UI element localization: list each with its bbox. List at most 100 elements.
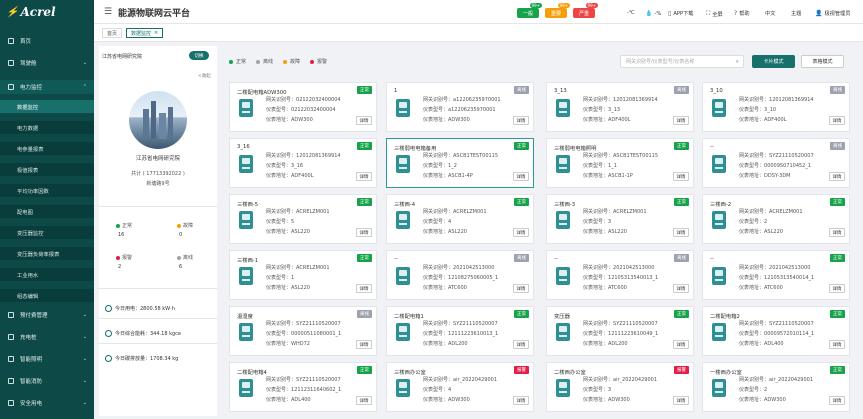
device-card[interactable]: -- 离线 网关识别号：SYZ21110520007 仪表型号：00009S07104… — [702, 138, 850, 188]
sidebar-item-4[interactable]: 充电桩 ⌄ — [0, 330, 94, 344]
sidebar-item-5[interactable]: 智能照明 ⌄ — [0, 352, 94, 366]
device-card[interactable]: 二楼配电箱4 正常 网关识别号：SYZ21110520007 仪表型号：1211231… — [229, 362, 377, 412]
device-card[interactable]: 三楼西-1 正常 网关识别号：ACRELZM001 仪表型号：1 仪表地址：ASL220… — [229, 250, 377, 300]
sidebar-subitem-7[interactable]: 变压器负荷率报表 — [0, 247, 94, 260]
field-value: 00000511080001_1 — [291, 331, 342, 337]
detail-button[interactable]: 详情 — [356, 284, 372, 293]
sidebar-item-label: 驾驶舱 — [20, 61, 37, 67]
switch-project-button[interactable]: 切换 — [189, 51, 209, 60]
menu-toggle-icon[interactable]: ☰ — [104, 7, 112, 17]
detail-button[interactable]: 详情 — [356, 396, 372, 405]
detail-button[interactable]: 详情 — [673, 340, 689, 349]
search-input[interactable]: 网关识别号/仪表型号/仪表名称 ⌕ — [620, 55, 744, 68]
detail-button[interactable]: 详情 — [829, 340, 845, 349]
detail-button[interactable]: 详情 — [513, 172, 529, 181]
detail-button[interactable]: 详情 — [356, 116, 372, 125]
device-card[interactable]: 三楼西办公室 报警 网关识别号：air_20220429001 仪表型号：4 仪表地址：… — [386, 362, 534, 412]
account-menu[interactable]: 👤 极视管理员 — [815, 10, 850, 17]
device-card[interactable]: -- 正常 网关识别号：2021042513000 仪表型号：121053135400… — [702, 250, 850, 300]
sidebar-item-7[interactable]: 安全用电 ⌄ — [0, 396, 94, 410]
device-card[interactable]: -- 离线 网关识别号：2021042513000 仪表型号：121053135400… — [546, 250, 694, 300]
collapse-button[interactable]: <收起 — [198, 73, 211, 79]
sidebar-item-3[interactable]: 预付费管理 ⌄ — [0, 308, 94, 322]
detail-button[interactable]: 详情 — [513, 116, 529, 125]
search-icon[interactable]: ⌕ — [736, 58, 739, 66]
device-card[interactable]: 一楼西办公室 正常 网关识别号：air_20220429001 仪表型号：2 仪表地址：… — [702, 362, 850, 412]
sidebar-subitem-1[interactable]: 电力数据 — [0, 121, 94, 134]
fullscreen-button[interactable]: ⛶ 全屏 — [706, 10, 723, 18]
device-card[interactable]: 三楼弱电电箱照明 正常 网关识别号：ASCB1TEST00115 仪表型号：1_1 仪表… — [546, 138, 694, 188]
detail-button[interactable]: 详情 — [356, 172, 372, 181]
detail-button[interactable]: 详情 — [673, 116, 689, 125]
sidebar-subitem-2[interactable]: 电参量报表 — [0, 142, 94, 155]
device-card[interactable]: 二楼西办公室 报警 网关识别号：air_20220429001 仪表型号：3 仪表地址：… — [546, 362, 694, 412]
sidebar-item-0[interactable]: 首页 — [0, 34, 94, 48]
detail-button[interactable]: 详情 — [673, 228, 689, 237]
detail-button[interactable]: 详情 — [829, 396, 845, 405]
device-card[interactable]: 3_16 正常 网关识别号：12012081369914 仪表型号：3_16 仪表地址：… — [229, 138, 377, 188]
field-value: a12206235970001 — [448, 107, 496, 113]
device-card[interactable]: 温湿度 离线 网关识别号：SYZ21110520007 仪表型号：0000051108… — [229, 306, 377, 356]
sidebar-subitem-6[interactable]: 变压器监控 — [0, 226, 94, 239]
device-card[interactable]: 二楼配电箱2 正常 网关识别号：SYZ21110520007 仪表型号：0000957… — [702, 306, 850, 356]
detail-button[interactable]: 详情 — [673, 172, 689, 181]
device-card[interactable]: 二楼配电箱1 正常 网关识别号：SYZ21110520007 仪表型号：1211122… — [386, 306, 534, 356]
alarm-pill-2[interactable]: 严重 99+ — [573, 3, 598, 18]
device-card[interactable]: 三楼西-4 正常 网关识别号：ACRELZM001 仪表型号：4 仪表地址：ASL220… — [386, 194, 534, 244]
sidebar-item-1[interactable]: 驾驶舱 ⌄ — [0, 56, 94, 70]
sidebar-item-label: 电力监控 — [20, 85, 43, 91]
device-card[interactable]: 三楼西-5 正常 网关识别号：ACRELZM001 仪表型号：5 仪表地址：ASL220… — [229, 194, 377, 244]
field-label: 网关识别号： — [583, 377, 614, 383]
detail-button[interactable]: 详情 — [513, 340, 529, 349]
detail-button[interactable]: 详情 — [356, 228, 372, 237]
device-card[interactable]: 三楼西-2 正常 网关识别号：ACRELZM001 仪表型号：2 仪表地址：ASL220… — [702, 194, 850, 244]
alarm-pill-0[interactable]: 一般 99+ — [517, 3, 542, 18]
theme-switch[interactable]: 主题 — [791, 10, 801, 17]
tab-home[interactable]: 首页 — [102, 28, 123, 38]
device-card[interactable]: -- 离线 网关识别号：2021042513000 仪表型号：121082750600… — [386, 250, 534, 300]
alarm-pill-1[interactable]: 重要 99+ — [545, 3, 570, 18]
field-label: 仪表地址： — [739, 397, 765, 403]
sidebar-subitem-4[interactable]: 平均功率因数 — [0, 184, 94, 197]
detail-button[interactable]: 详情 — [829, 172, 845, 181]
field-label: 网关识别号： — [266, 377, 297, 383]
device-card[interactable]: 3_13 离线 网关识别号：12012081369914 仪表型号：3_13 仪表地址：… — [546, 82, 694, 132]
sidebar-subitem-9[interactable]: 组态编辑 — [0, 289, 94, 302]
sidebar-subitem-3[interactable]: 极值报表 — [0, 163, 94, 176]
field-label: 仪表型号： — [583, 387, 609, 393]
detail-button[interactable]: 详情 — [829, 116, 845, 125]
detail-button[interactable]: 详情 — [513, 284, 529, 293]
device-address: 仪表地址：DDSY-3DM — [739, 172, 791, 179]
language-switch[interactable]: 中文 — [765, 10, 775, 17]
help-button[interactable]: ? 帮助 — [734, 10, 750, 17]
clock-icon — [105, 329, 112, 337]
detail-button[interactable]: 详情 — [513, 396, 529, 405]
sidebar-item-2[interactable]: 电力监控 ⌃ — [0, 80, 94, 94]
detail-button[interactable]: 详情 — [356, 340, 372, 349]
device-card[interactable]: 1 离线 网关识别号：a12206235970001 仪表型号：a1220623597… — [386, 82, 534, 132]
detail-button[interactable]: 详情 — [829, 284, 845, 293]
detail-button[interactable]: 详情 — [513, 228, 529, 237]
project-selector[interactable]: 江苏省电网研究院 — [102, 53, 142, 60]
close-icon[interactable]: × — [154, 30, 158, 36]
detail-button[interactable]: 详情 — [673, 284, 689, 293]
field-label: 网关识别号： — [266, 209, 297, 215]
device-card[interactable]: 变压器 正常 网关识别号：SYZ21110520007 仪表型号：1211122361… — [546, 306, 694, 356]
device-card[interactable]: 三楼弱电电箱备用 正常 网关识别号：ASCB1TEST00115 仪表型号：1_2 仪表… — [386, 138, 534, 188]
meter-icon — [712, 99, 726, 117]
table-mode-button[interactable]: 表格模式 — [801, 55, 844, 68]
sidebar-subitem-5[interactable]: 配电图 — [0, 205, 94, 218]
field-value: 12105313540013_1 — [608, 275, 659, 281]
detail-button[interactable]: 详情 — [673, 396, 689, 405]
app-download-link[interactable]: ▯ APP下载 — [668, 10, 694, 17]
field-value: 5 — [291, 219, 295, 225]
sidebar-subitem-0[interactable]: 数据监控 — [0, 100, 94, 113]
device-card[interactable]: 三楼西-3 正常 网关识别号：ACRELZM001 仪表型号：3 仪表地址：ASL220… — [546, 194, 694, 244]
tab-data-monitor[interactable]: 数据监控 × — [126, 28, 164, 38]
device-card[interactable]: 二楼配电箱ADW300 正常 网关识别号：02122032400004 仪表型号：02… — [229, 82, 377, 132]
sidebar-item-6[interactable]: 智能消防 ⌄ — [0, 374, 94, 388]
sidebar-subitem-8[interactable]: 工业用水 — [0, 268, 94, 281]
device-card[interactable]: 3_10 离线 网关识别号：12012081369914 仪表型号：3_10 仪表地址：… — [702, 82, 850, 132]
detail-button[interactable]: 详情 — [829, 228, 845, 237]
card-mode-button[interactable]: 卡片模式 — [752, 55, 795, 68]
